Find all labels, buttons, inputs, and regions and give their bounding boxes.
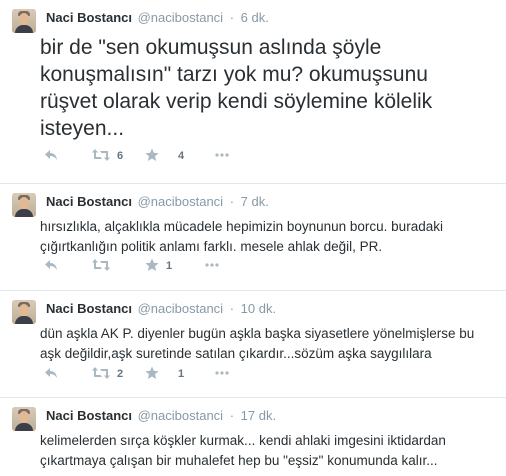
tweet-text-line: dün aşkla AK P. diyenler bugün aşkla baş… [40, 326, 475, 341]
reply-icon [45, 150, 57, 160]
tweet-text: dün aşkla AK P. diyenler bugün aşkla baş… [40, 324, 474, 364]
separator: · [229, 10, 235, 25]
reply-button[interactable] [44, 148, 58, 164]
reply-icon [45, 368, 57, 378]
favorite-button[interactable] [145, 148, 159, 164]
separator: · [229, 408, 235, 423]
tweet-timestamp[interactable]: 7 dk. [241, 194, 269, 209]
author-name[interactable]: Naci Bostancı [46, 408, 132, 423]
tweet-header: Naci Bostancı @nacibostanci · 10 dk. [46, 301, 276, 317]
tweet-timestamp[interactable]: 6 dk. [241, 10, 269, 25]
star-icon [145, 366, 159, 379]
author-name[interactable]: Naci Bostancı [46, 301, 132, 316]
author-handle[interactable]: @nacibostanci [138, 10, 223, 25]
author-handle[interactable]: @nacibostanci [138, 194, 223, 209]
tweet-actions: 6 4 [44, 148, 344, 164]
tweet-text-line: aşk değildir,aşk suretinde satılan çıkar… [40, 346, 432, 361]
favorite-count: 1 [166, 260, 173, 272]
retweet-button[interactable] [92, 366, 110, 382]
favorite-button[interactable] [145, 258, 159, 274]
retweet-button[interactable] [92, 148, 110, 164]
separator: · [229, 194, 235, 209]
retweet-count: 6 [117, 150, 124, 162]
reply-icon [45, 260, 57, 270]
tweet[interactable]: Naci Bostancı @nacibostanci · 10 dk. dün… [0, 291, 506, 398]
retweet-button[interactable] [92, 258, 110, 274]
star-icon [145, 258, 159, 271]
tweet-actions: 1 [44, 258, 344, 274]
tweet-text: bir de "sen okumuşsun aslında şöyle konu… [40, 34, 432, 142]
tweet-header: Naci Bostancı @nacibostanci · 6 dk. [46, 10, 269, 26]
separator: · [229, 301, 235, 316]
more-icon [215, 153, 229, 157]
tweet-actions: 2 1 [44, 366, 344, 382]
tweet-timestamp[interactable]: 17 dk. [241, 408, 276, 423]
tweet-text: kelimelerden sırça köşkler kurmak... ken… [40, 431, 446, 471]
tweet-text-line: çığırtkanlığın politik anlamı farklı. me… [40, 239, 383, 254]
more-icon [205, 263, 219, 267]
tweet[interactable]: Naci Bostancı @nacibostanci · 6 dk. bir … [0, 0, 506, 184]
author-handle[interactable]: @nacibostanci [138, 408, 223, 423]
tweet-text: hırsızlıkla, alçaklıkla mücadele hepimiz… [40, 217, 443, 257]
tweet-text-line: bir de "sen okumuşsun aslında şöyle [40, 36, 382, 59]
favorite-count: 4 [178, 150, 185, 162]
favorite-button[interactable] [145, 366, 159, 382]
tweet-header: Naci Bostancı @nacibostanci · 17 dk. [46, 408, 276, 424]
avatar[interactable] [12, 193, 36, 217]
reply-button[interactable] [44, 366, 58, 382]
tweet-text-line: konuşmalısın" tarzı yok mu? okumuşsunu [40, 63, 428, 86]
reply-button[interactable] [44, 258, 58, 274]
author-handle[interactable]: @nacibostanci [138, 301, 223, 316]
avatar[interactable] [12, 300, 36, 324]
more-button[interactable] [215, 366, 229, 382]
tweet-text-line: rüşvet olarak verip kendi söylemine köle… [40, 90, 433, 113]
tweet-text-line: isteyen... [40, 117, 125, 140]
more-button[interactable] [215, 148, 229, 164]
tweet-text-line: hırsızlıkla, alçaklıkla mücadele hepimiz… [40, 219, 443, 234]
tweet-text-line: çıkartmaya çalışan bir muhalefet hep bu … [40, 453, 438, 468]
favorite-count: 1 [178, 368, 185, 380]
tweet-timestamp[interactable]: 10 dk. [241, 301, 276, 316]
tweet[interactable]: Naci Bostancı @nacibostanci · 17 dk. kel… [0, 398, 506, 476]
more-icon [215, 371, 229, 375]
avatar[interactable] [12, 407, 36, 431]
tweet[interactable]: Naci Bostancı @nacibostanci · 7 dk. hırs… [0, 184, 506, 291]
tweet-text-line: kelimelerden sırça köşkler kurmak... ken… [40, 433, 446, 448]
retweet-icon [92, 149, 110, 161]
avatar[interactable] [12, 9, 36, 33]
retweet-icon [92, 259, 110, 271]
tweet-header: Naci Bostancı @nacibostanci · 7 dk. [46, 194, 269, 210]
author-name[interactable]: Naci Bostancı [46, 194, 132, 209]
more-button[interactable] [205, 258, 219, 274]
retweet-icon [92, 367, 110, 379]
author-name[interactable]: Naci Bostancı [46, 10, 132, 25]
star-icon [145, 148, 159, 161]
retweet-count: 2 [117, 368, 124, 380]
